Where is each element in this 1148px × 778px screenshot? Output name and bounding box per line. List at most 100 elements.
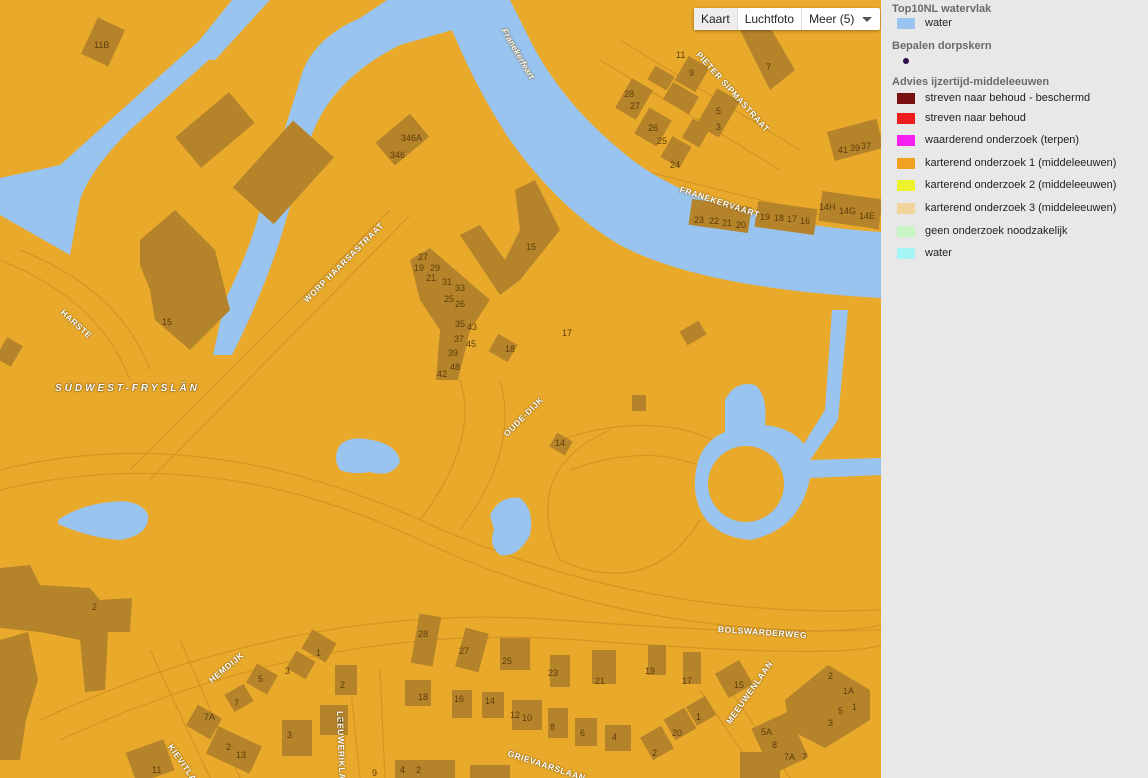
house-number: 9: [372, 768, 378, 778]
house-number: 27: [630, 101, 641, 111]
house-number: 6: [580, 728, 586, 738]
legend-item-label: karterend onderzoek 2 (middeleeuwen): [925, 179, 1117, 191]
legend-section-title: Bepalen dorpskern: [892, 40, 992, 52]
house-number: 2: [226, 742, 232, 752]
house-number: 27: [459, 646, 470, 656]
map-type-more-label: Meer (5): [809, 12, 855, 26]
house-number: 2: [828, 671, 834, 681]
legend-item-label: geen onderzoek noodzakelijk: [925, 225, 1068, 237]
house-number: 14H: [819, 202, 836, 212]
house-number: 5A: [761, 727, 773, 737]
legend-item: water: [897, 16, 952, 30]
house-number: 23: [548, 668, 559, 678]
legend-swatch: [897, 202, 915, 214]
house-number: 14G: [839, 206, 857, 216]
house-number: 22: [709, 216, 720, 226]
house-number: 18: [505, 344, 516, 354]
house-number: 37: [861, 141, 872, 151]
map-type-luchtfoto-button[interactable]: Luchtfoto: [738, 8, 803, 30]
house-number: 8: [772, 740, 778, 750]
house-number: 14E: [859, 211, 876, 221]
house-number: 21: [595, 676, 606, 686]
legend-swatch: [897, 179, 915, 191]
legend-swatch: [897, 17, 915, 29]
house-number: 29: [430, 263, 441, 273]
legend-swatch: [897, 247, 915, 259]
house-number: 19: [414, 263, 425, 273]
house-number: 15: [734, 680, 745, 690]
house-number: 16: [454, 694, 465, 704]
house-number: 2: [652, 748, 658, 758]
house-number: 43: [467, 322, 478, 332]
house-number: 3: [828, 718, 834, 728]
legend-section-title: Top10NL watervlak: [892, 3, 992, 15]
house-number: 42: [437, 369, 448, 379]
legend-panel: Top10NL watervlak water Bepalen dorpskern A…: [881, 0, 1148, 778]
legend-swatch: [897, 157, 915, 169]
house-number: 39: [448, 348, 459, 358]
house-number: 37: [454, 334, 465, 344]
house-number: 346A: [401, 133, 423, 143]
legend-item-label: streven naar behoud: [925, 112, 1026, 124]
house-number: 2: [416, 765, 422, 775]
house-number: 21: [426, 273, 437, 283]
region-label: SÚDWEST-FRYSLÂN: [55, 383, 200, 394]
house-number: 23: [694, 215, 705, 225]
house-number: 4: [612, 732, 618, 742]
house-number: 3: [287, 730, 293, 740]
legend-item: water: [897, 246, 952, 260]
house-number: 26: [455, 299, 466, 309]
house-number: 18: [418, 692, 429, 702]
house-number: 24: [670, 160, 681, 170]
legend-item-label: waarderend onderzoek (terpen): [925, 134, 1080, 146]
house-number: 7A: [784, 752, 796, 762]
house-number: 8: [550, 722, 556, 732]
house-number: 41: [838, 145, 849, 155]
house-number: 35: [455, 319, 466, 329]
map-type-kaart-button[interactable]: Kaart: [694, 8, 738, 30]
map-canvas[interactable]: Franekerfeart PIETER SIPMASTRAAT FRANEKE…: [0, 0, 881, 778]
house-number: 5: [258, 674, 264, 684]
house-number: 1: [316, 648, 322, 658]
house-number: 7A: [204, 712, 216, 722]
house-number: 12: [510, 710, 521, 720]
house-number: 33: [455, 283, 466, 293]
house-number: 19: [760, 212, 771, 222]
legend-item-label: streven naar behoud - beschermd: [925, 92, 1091, 104]
house-number: 31: [442, 277, 453, 287]
house-number: 25: [657, 136, 668, 146]
legend-section-title: Advies ijzertijd-middeleeuwen: [892, 76, 1050, 88]
house-number: 45: [466, 339, 477, 349]
house-number: 17: [562, 328, 573, 338]
legend-item: streven naar behoud - beschermd: [897, 91, 1090, 105]
house-number: 5: [716, 106, 722, 116]
house-number: 5: [838, 706, 844, 716]
chevron-down-icon: [862, 17, 873, 22]
house-number: 28: [418, 629, 429, 639]
house-number: 7: [234, 698, 240, 708]
map-type-control: Kaart Luchtfoto Meer (5): [694, 8, 881, 30]
house-number: 27: [418, 252, 429, 262]
house-number: 20: [672, 728, 683, 738]
house-number: 28: [624, 89, 635, 99]
legend-item-label: water: [925, 17, 952, 29]
house-number: 1: [696, 712, 702, 722]
legend-item: geen onderzoek noodzakelijk: [897, 224, 1068, 238]
house-number: 19: [645, 666, 656, 676]
house-number: 7: [802, 752, 808, 762]
ring-island: [708, 446, 784, 522]
legend-swatch: [897, 134, 915, 146]
house-number: 15: [162, 317, 173, 327]
legend-dot-icon: [903, 58, 909, 64]
house-number: 20: [736, 220, 747, 230]
house-number: 4: [400, 765, 406, 775]
house-number: 2: [92, 602, 98, 612]
house-number: 11B: [94, 40, 110, 50]
house-number: 39: [850, 143, 861, 153]
map-type-more-dropdown[interactable]: Meer (5): [802, 8, 880, 30]
house-number: 3: [285, 666, 291, 676]
house-number: 1: [852, 702, 858, 712]
legend-item: [897, 54, 909, 68]
legend-item-label: water: [925, 247, 952, 259]
legend-item: waarderend onderzoek (terpen): [897, 133, 1079, 147]
